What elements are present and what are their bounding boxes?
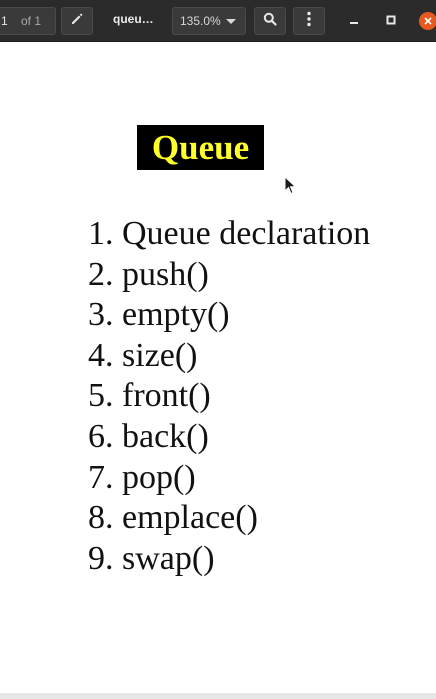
item-text: emplace(): [122, 499, 258, 537]
item-text: swap(): [122, 539, 215, 577]
item-number: 1.: [88, 215, 114, 252]
edit-button[interactable]: [61, 7, 93, 35]
page-heading: Queue: [151, 128, 250, 167]
document-page: Queue 1. Queue declaration 2. push() 3. …: [0, 43, 436, 693]
mouse-pointer-icon: [284, 175, 298, 201]
item-number: 3.: [88, 296, 114, 334]
list-item: 9. swap(): [88, 539, 370, 580]
list-item: 2. push(): [88, 255, 370, 296]
zoom-level: 135.0%: [180, 14, 221, 28]
close-button[interactable]: [419, 12, 436, 30]
horizontal-scrollbar[interactable]: [0, 693, 436, 699]
list-item: 1. Queue declaration: [88, 214, 370, 255]
maximize-icon: [386, 12, 396, 30]
item-text: pop(): [122, 458, 196, 496]
topic-list: 1. Queue declaration 2. push() 3. empty(…: [88, 214, 370, 579]
item-number: 2.: [88, 255, 114, 293]
search-icon: [263, 12, 277, 31]
document-title: queu…: [113, 12, 154, 26]
item-text: push(): [122, 255, 209, 293]
page-current[interactable]: 1: [1, 14, 8, 28]
menu-button[interactable]: [293, 7, 325, 35]
list-item: 6. back(): [88, 417, 370, 458]
more-vertical-icon: [306, 11, 312, 32]
close-icon: [424, 12, 432, 30]
minimize-icon: [349, 12, 359, 30]
item-number: 5.: [88, 377, 114, 415]
list-item: 7. pop(): [88, 458, 370, 499]
pencil-icon: [70, 12, 84, 31]
item-number: 4.: [88, 336, 114, 374]
item-number: 9.: [88, 539, 114, 577]
page-number-field[interactable]: 1 of 1: [0, 7, 56, 35]
heading-box: Queue: [137, 125, 264, 170]
viewer-toolbar: 1 of 1 queu… 135.0%: [0, 0, 436, 42]
search-button[interactable]: [254, 7, 286, 35]
page-total-label: of 1: [21, 14, 42, 28]
list-item: 3. empty(): [88, 295, 370, 336]
zoom-select[interactable]: 135.0%: [172, 7, 246, 35]
list-item: 4. size(): [88, 336, 370, 377]
item-text: size(): [122, 336, 198, 374]
item-text: front(): [122, 377, 211, 415]
list-item: 8. emplace(): [88, 498, 370, 539]
maximize-button[interactable]: [381, 11, 401, 31]
item-text: back(): [122, 417, 209, 455]
item-text: empty(): [122, 296, 230, 334]
chevron-down-icon: [226, 19, 236, 24]
item-text: Queue declaration: [122, 215, 371, 252]
list-item: 5. front(): [88, 376, 370, 417]
item-number: 7.: [88, 458, 114, 496]
item-number: 6.: [88, 417, 114, 455]
minimize-button[interactable]: [344, 11, 364, 31]
item-number: 8.: [88, 499, 114, 537]
